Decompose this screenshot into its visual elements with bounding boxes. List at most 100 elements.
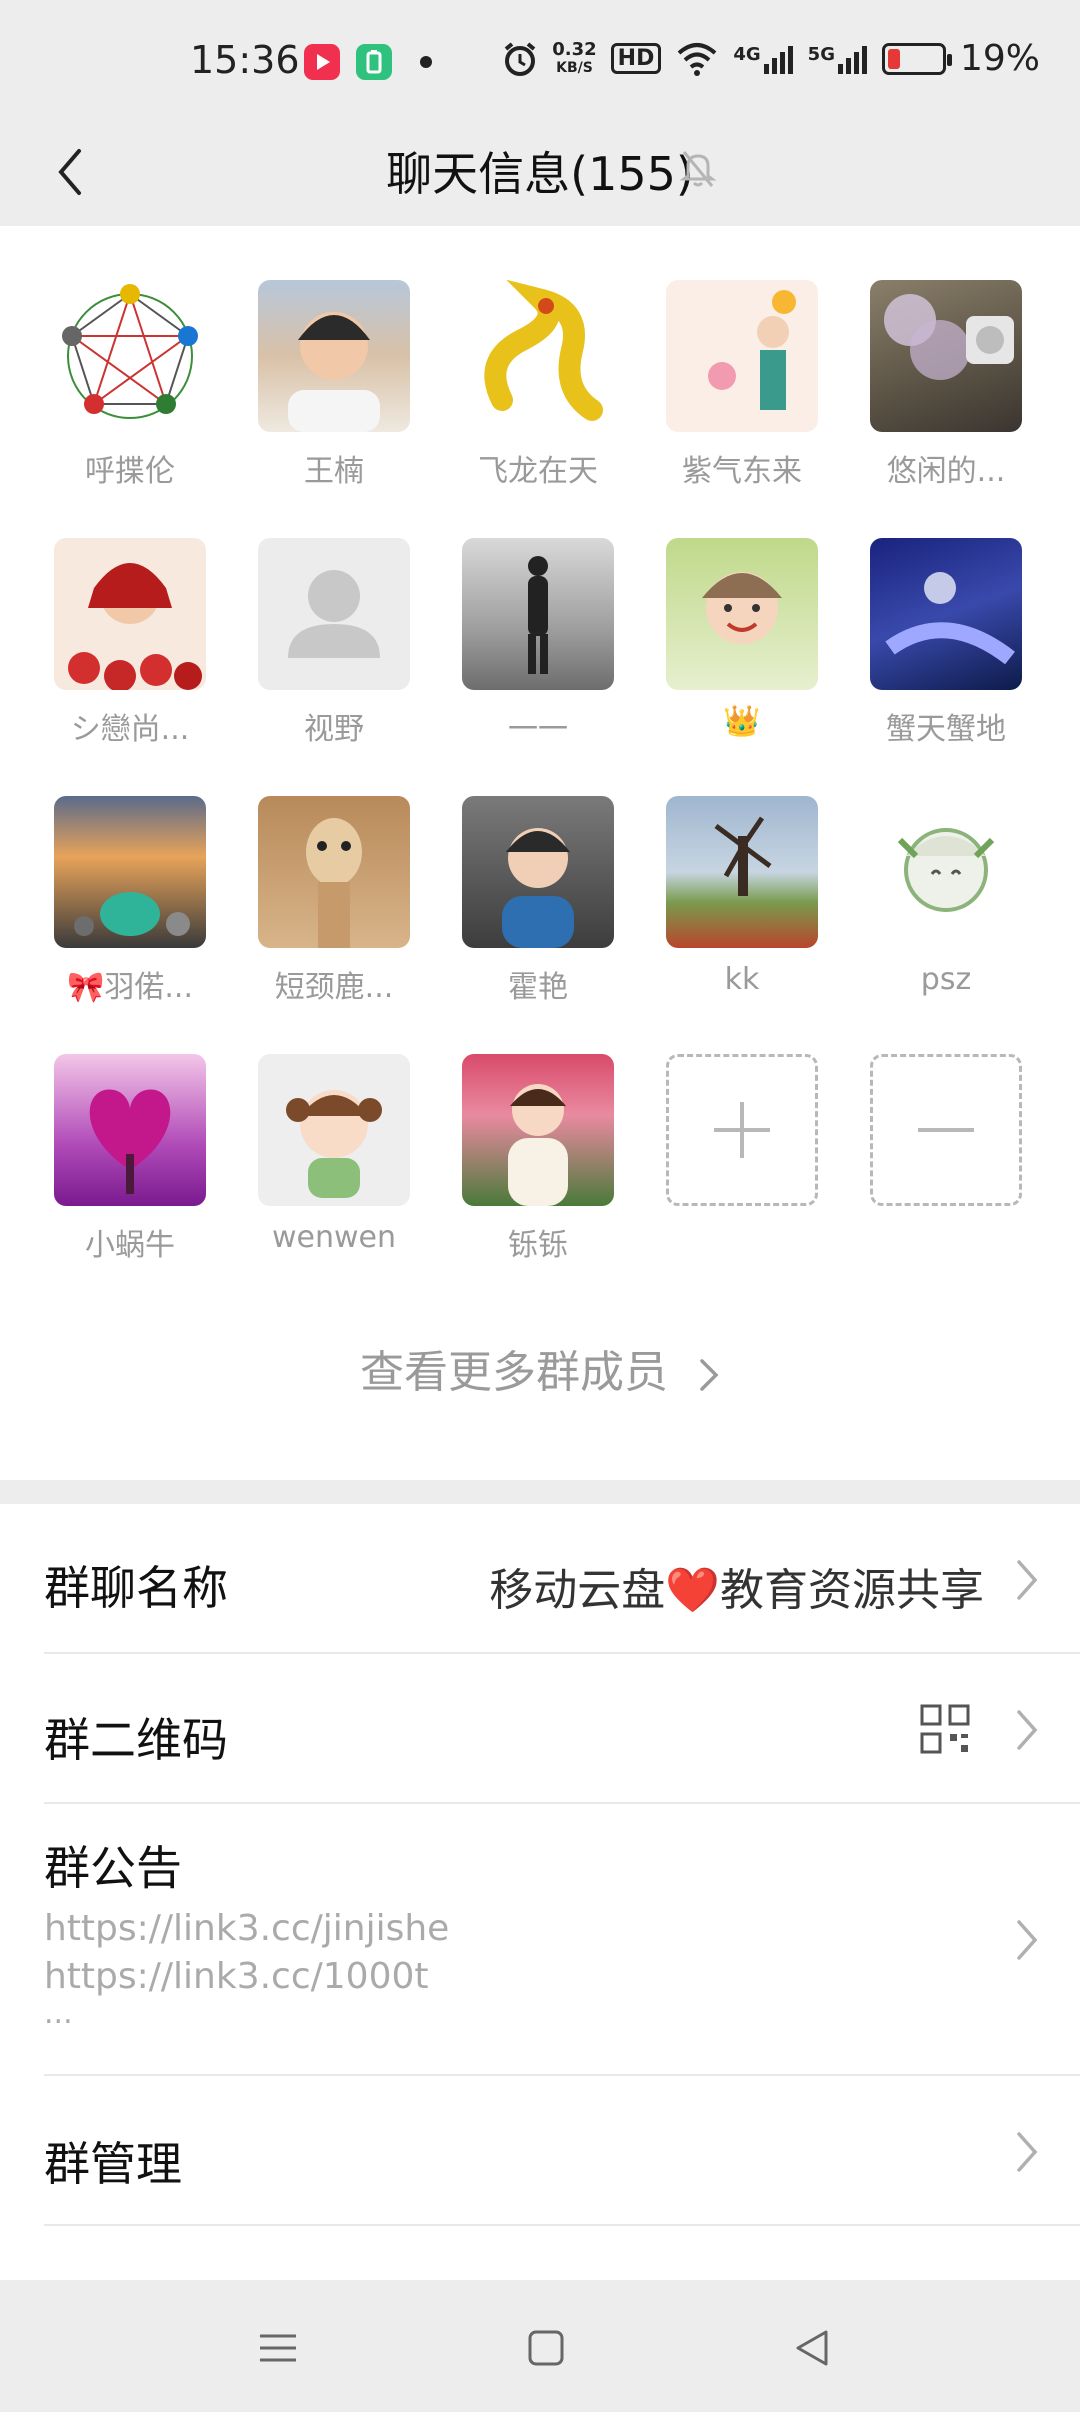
member-avatar — [258, 280, 410, 432]
member-item[interactable]: 短颈鹿... — [254, 796, 414, 1006]
member-avatar — [870, 280, 1022, 432]
member-name: wenwen — [271, 1220, 396, 1255]
status-bar: 15:36 0.32 KB/S HD 4G 5G 19% — [0, 0, 1080, 120]
member-item[interactable]: 一一 — [458, 538, 618, 748]
group-name-row[interactable]: 群聊名称 移动云盘❤️教育资源共享 — [0, 1504, 1080, 1654]
member-item[interactable]: kk — [662, 796, 822, 997]
member-item[interactable]: 霍艳 — [458, 796, 618, 1006]
member-avatar — [54, 1054, 206, 1206]
member-avatar — [462, 280, 614, 432]
member-item[interactable]: 王楠 — [254, 280, 414, 490]
add-member-button[interactable] — [662, 1054, 822, 1206]
member-item[interactable]: 紫气东来 — [662, 280, 822, 490]
member-name: 飞龙在天 — [478, 454, 598, 489]
member-item[interactable]: 呼揲伦 — [50, 280, 210, 490]
chevron-right-icon — [700, 1359, 719, 1391]
qr-code-icon — [920, 1704, 970, 1754]
member-avatar — [870, 796, 1022, 948]
member-item[interactable]: 👑 — [662, 538, 822, 739]
notice-text-ellipsis: ... — [44, 1996, 73, 2031]
add-member-box — [666, 1054, 818, 1206]
member-name: 王楠 — [304, 454, 364, 489]
member-item[interactable]: 悠闲的... — [866, 280, 1026, 490]
default-avatar-icon — [288, 570, 380, 658]
battery-percent: 19% — [959, 38, 1040, 79]
member-name: psz — [920, 962, 972, 997]
member-avatar — [462, 1054, 614, 1206]
plus-icon — [714, 1102, 770, 1158]
member-name: 铄铄 — [508, 1228, 568, 1263]
member-avatar — [54, 538, 206, 690]
member-avatar — [258, 1054, 410, 1206]
top-navigation-bar: 聊天信息(155) — [0, 120, 1080, 226]
system-navigation-bar — [0, 2280, 1080, 2412]
group-notice-label: 群公告 — [44, 1841, 182, 1895]
member-item[interactable]: 小蜗牛 — [50, 1054, 210, 1264]
network-speed-value: 0.32 — [552, 38, 597, 60]
group-name-value: 移动云盘❤️教育资源共享 — [489, 1554, 984, 1618]
notice-text-line: https://link3.cc/1000t — [44, 1956, 429, 1997]
member-item[interactable]: 视野 — [254, 538, 414, 748]
group-name-value-part1: 移动云盘 — [489, 1565, 666, 1616]
minus-icon — [918, 1128, 974, 1132]
status-time: 15:36 — [190, 38, 300, 82]
qr-code-row[interactable]: 群二维码 — [0, 1654, 1080, 1804]
member-item[interactable]: 铄铄 — [458, 1054, 618, 1264]
member-avatar — [258, 796, 410, 948]
signal-4g-label: 4G — [733, 43, 761, 65]
heart-emoji: ❤️ — [665, 1565, 720, 1616]
member-name: 紫气东来 — [682, 454, 802, 489]
member-name: 🎀羽偌... — [67, 970, 193, 1005]
square-home-icon — [528, 2330, 564, 2366]
member-name: 呼揲伦 — [85, 454, 175, 489]
menu-icon — [260, 2334, 296, 2362]
member-item[interactable]: 飞龙在天 — [458, 280, 618, 490]
member-name: 蟹天蟹地 — [886, 712, 1006, 747]
member-item[interactable]: シ戀尚... — [50, 538, 210, 748]
member-avatar — [666, 280, 818, 432]
view-more-label: 查看更多群成员 — [360, 1347, 668, 1398]
view-more-members-link[interactable]: 查看更多群成员 — [0, 1336, 1080, 1400]
member-avatar — [870, 538, 1022, 690]
chevron-right-icon — [1017, 1560, 1038, 1600]
member-avatar — [462, 538, 614, 690]
member-avatar — [54, 280, 206, 432]
mute-bell-icon — [679, 151, 717, 187]
member-name: kk — [724, 962, 760, 997]
member-avatar — [462, 796, 614, 948]
member-name: 视野 — [304, 712, 364, 747]
member-name: 小蜗牛 — [85, 1228, 175, 1263]
triangle-back-icon — [796, 2330, 828, 2366]
chevron-right-icon — [1017, 1920, 1038, 1960]
chevron-right-icon — [1017, 2132, 1038, 2172]
member-avatar — [666, 796, 818, 948]
member-item[interactable]: 🎀羽偌... — [50, 796, 210, 1006]
members-panel: 呼揲伦 王楠 飞龙在天 紫气东来 悠闲的... シ戀尚... 视野 一一 👑 蟹… — [0, 226, 1080, 1480]
video-app-icon — [304, 44, 340, 80]
chevron-right-icon — [1017, 1710, 1038, 1750]
system-back-button[interactable] — [782, 2318, 842, 2378]
member-name: 👑 — [723, 704, 761, 739]
alarm-icon — [504, 41, 536, 76]
wifi-icon — [678, 42, 717, 76]
group-manage-row[interactable]: 群管理 — [0, 2076, 1080, 2226]
group-notice-row[interactable]: 群公告 https://link3.cc/jinjishe https://li… — [0, 1804, 1080, 2076]
signal-5g-label: 5G — [807, 43, 835, 65]
battery-icon — [881, 42, 952, 75]
member-name: 短颈鹿... — [274, 970, 394, 1005]
notification-dot-icon — [420, 56, 432, 68]
home-button[interactable] — [516, 2318, 576, 2378]
signal-bars-4g-icon — [763, 45, 793, 74]
network-speed-unit: KB/S — [556, 59, 593, 76]
member-item[interactable]: psz — [866, 796, 1026, 997]
member-item[interactable]: wenwen — [254, 1054, 414, 1255]
menu-button[interactable] — [248, 2318, 308, 2378]
remove-member-box — [870, 1054, 1022, 1206]
hd-badge: HD — [610, 43, 662, 74]
remove-member-button[interactable] — [866, 1054, 1026, 1206]
divider — [44, 2224, 1080, 2226]
member-item[interactable]: 蟹天蟹地 — [866, 538, 1026, 748]
group-name-value-part2: 教育资源共享 — [720, 1565, 984, 1616]
member-avatar — [258, 538, 410, 690]
member-name: 悠闲的... — [886, 454, 1006, 489]
